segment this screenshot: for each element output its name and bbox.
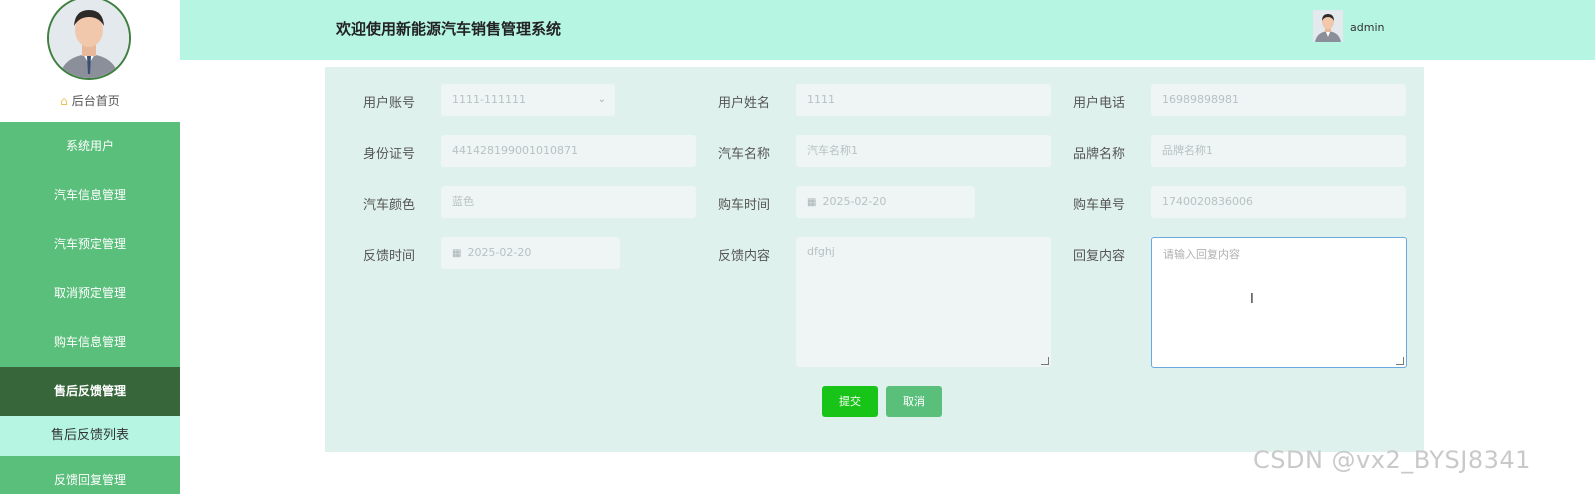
user-name-field[interactable]: 1111 — [796, 84, 1051, 116]
user-account-value: 1111-111111 — [452, 93, 526, 106]
brand-name-field[interactable]: 品牌名称1 — [1151, 135, 1406, 167]
top-header: 欢迎使用新能源汽车销售管理系统 admin — [180, 0, 1595, 60]
label-reply-content: 回复内容 — [1073, 249, 1126, 264]
label-brand-name: 品牌名称 — [1073, 147, 1126, 162]
sidebar-menu: 系统用户 汽车信息管理 汽车预定管理 取消预定管理 购车信息管理 售后反馈管理 … — [0, 122, 180, 494]
user-phone-field[interactable]: 16989898981 — [1151, 84, 1406, 116]
reply-content-placeholder: 请输入回复内容 — [1163, 248, 1240, 261]
car-name-field[interactable]: 汽车名称1 — [796, 135, 1051, 167]
sidebar-item-cancel-booking[interactable]: 取消预定管理 — [0, 269, 180, 318]
feedback-content-textarea[interactable]: dfghj — [796, 237, 1051, 367]
calendar-icon: ▦ — [807, 197, 817, 208]
home-icon: ⌂ — [60, 94, 68, 108]
calendar-icon: ▦ — [452, 248, 462, 259]
label-user-account: 用户账号 — [363, 96, 416, 111]
feedback-time-datepicker[interactable]: ▦ 2025-02-20 — [441, 237, 620, 269]
sidebar-item-feedback-reply[interactable]: 反馈回复管理 — [0, 456, 180, 494]
label-purchase-time: 购车时间 — [718, 198, 771, 213]
label-car-color: 汽车颜色 — [363, 198, 416, 213]
purchase-time-datepicker[interactable]: ▦ 2025-02-20 — [796, 186, 975, 218]
sidebar-item-car-info[interactable]: 汽车信息管理 — [0, 171, 180, 220]
resize-handle-icon[interactable] — [1396, 357, 1404, 365]
sidebar-subitem-feedback-list[interactable]: 售后反馈列表 — [0, 416, 180, 456]
resize-handle-icon[interactable] — [1041, 357, 1049, 365]
text-cursor-icon: I — [1250, 292, 1254, 307]
feedback-time-value: 2025-02-20 — [467, 246, 532, 259]
chevron-down-icon: ⌄ — [597, 94, 606, 105]
label-car-name: 汽车名称 — [718, 147, 771, 162]
sidebar-item-after-sales-feedback[interactable]: 售后反馈管理 — [0, 367, 180, 416]
watermark: CSDN @vx2_BYSJ8341 — [1253, 446, 1531, 474]
header-username: admin — [1350, 21, 1385, 34]
sidebar-profile: ⌂ 后台首页 — [0, 0, 180, 122]
user-avatar[interactable] — [1313, 10, 1343, 42]
label-order-number: 购车单号 — [1073, 198, 1126, 213]
avatar — [47, 0, 131, 80]
sidebar-item-system-users[interactable]: 系统用户 — [0, 122, 180, 171]
purchase-time-value: 2025-02-20 — [822, 195, 887, 208]
reply-content-textarea[interactable]: 请输入回复内容 — [1151, 237, 1407, 368]
label-feedback-time: 反馈时间 — [363, 249, 416, 264]
cancel-button[interactable]: 取消 — [886, 386, 942, 417]
label-user-name: 用户姓名 — [718, 96, 771, 111]
user-account-select[interactable]: 1111-111111 ⌄ — [441, 84, 615, 116]
sidebar-home-link[interactable]: ⌂ 后台首页 — [0, 90, 180, 112]
page-title: 欢迎使用新能源汽车销售管理系统 — [336, 20, 562, 38]
order-number-field[interactable]: 1740020836006 — [1151, 186, 1406, 218]
home-label: 后台首页 — [71, 94, 120, 108]
submit-button[interactable]: 提交 — [822, 386, 878, 417]
id-number-field[interactable]: 441428199001010871 — [441, 135, 696, 167]
label-user-phone: 用户电话 — [1073, 96, 1126, 111]
feedback-content-value: dfghj — [807, 245, 835, 258]
label-feedback-content: 反馈内容 — [718, 249, 771, 264]
sidebar-item-purchase-info[interactable]: 购车信息管理 — [0, 318, 180, 367]
sidebar-item-car-booking[interactable]: 汽车预定管理 — [0, 220, 180, 269]
label-id-number: 身份证号 — [363, 147, 416, 162]
sidebar: ⌂ 后台首页 系统用户 汽车信息管理 汽车预定管理 取消预定管理 购车信息管理 售… — [0, 0, 180, 494]
car-color-field[interactable]: 蓝色 — [441, 186, 696, 218]
